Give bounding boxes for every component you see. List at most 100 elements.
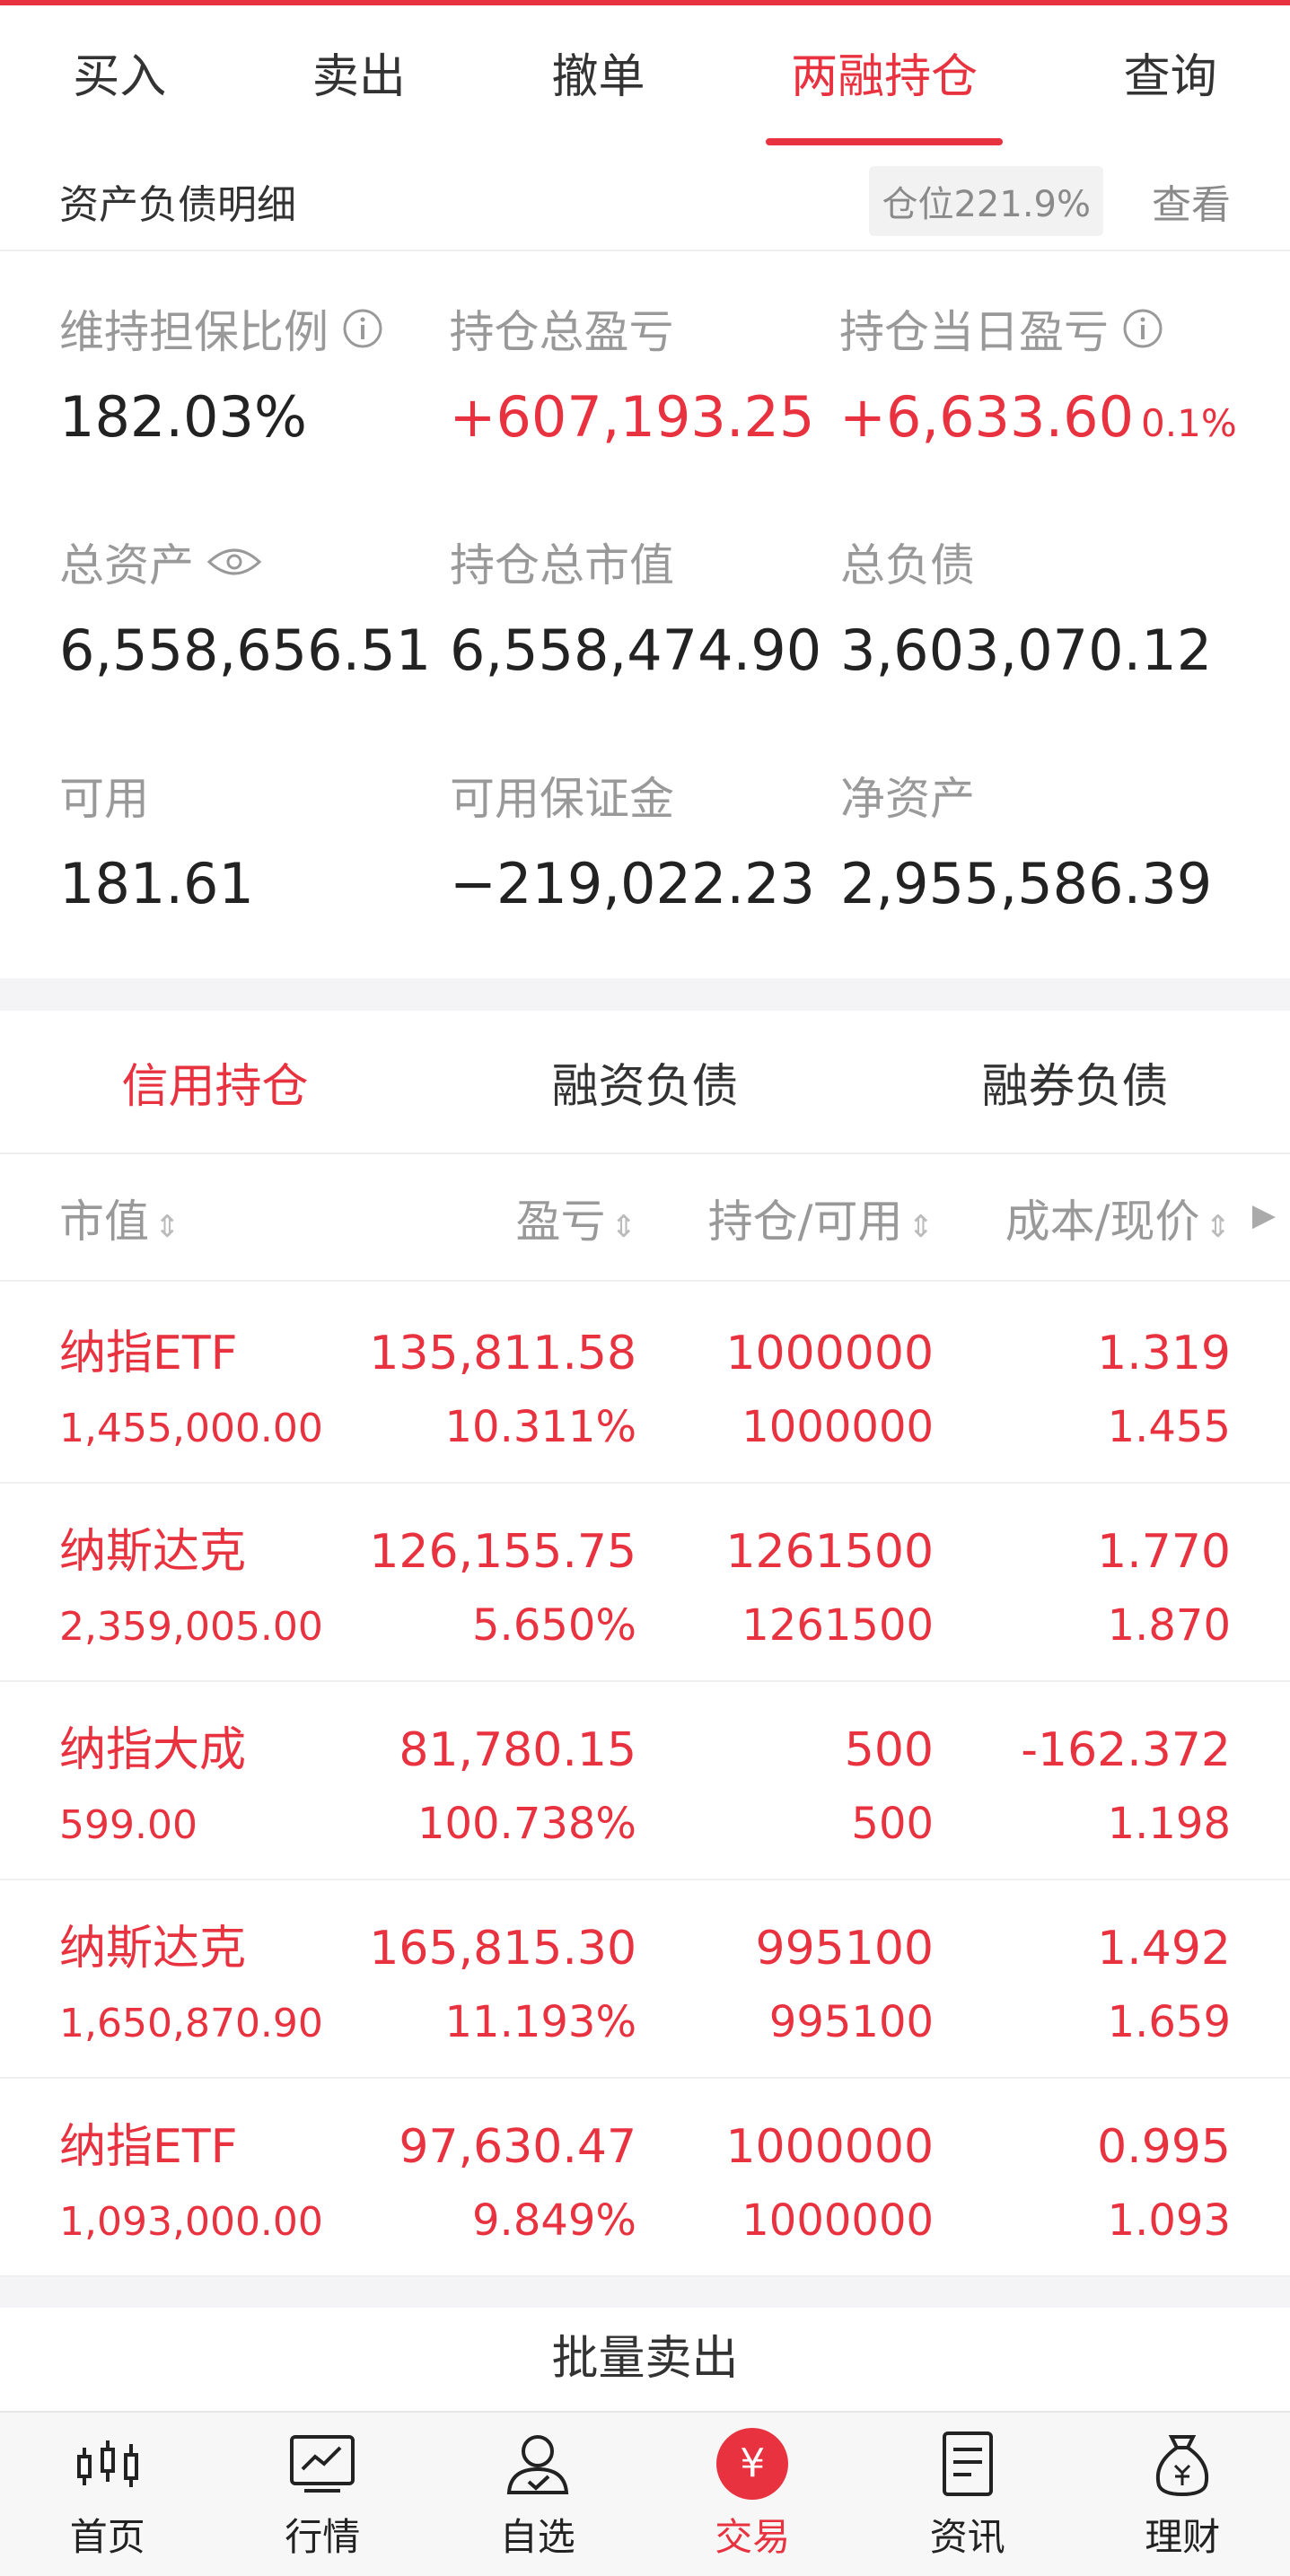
- total-pnl-label: 持仓总盈亏: [449, 306, 674, 358]
- holding-name: 纳指ETF: [59, 2120, 238, 2174]
- holding-pnl-percent: 11.193%: [444, 1997, 637, 2047]
- daily-pnl-percent: 0.1%: [1141, 401, 1237, 445]
- holding-market-value: 1,650,870.90: [59, 2001, 323, 2046]
- tab-query[interactable]: 查询: [1099, 5, 1242, 149]
- holding-price: 1.198: [1107, 1799, 1232, 1849]
- maintenance-ratio-label: 维持担保比例: [59, 306, 329, 358]
- batch-sell-button[interactable]: 批量卖出: [0, 2308, 1290, 2411]
- sort-icon: ⇕: [154, 1209, 180, 1245]
- summary-row: 可用 181.61 可用保证金 −219,022.23 净资产 2,955,58…: [59, 727, 1231, 960]
- net-assets-label: 净资产: [840, 773, 975, 825]
- section-divider: [0, 978, 1290, 1011]
- tab-financing-liabilities[interactable]: 融资负债: [430, 1048, 860, 1116]
- account-summary: 维持担保比例 182.03% 持仓总盈亏 +607,193.25 持仓当日盈亏 …: [0, 260, 1290, 960]
- holding-position: 1261500: [725, 1525, 935, 1579]
- chart-line-icon: [290, 2434, 355, 2493]
- holding-available: 1000000: [742, 2195, 935, 2246]
- available-cash-value: 181.61: [59, 851, 254, 916]
- market-value-label: 持仓总市值: [450, 539, 674, 591]
- tab-buy[interactable]: 买入: [48, 5, 191, 149]
- asset-liability-header: 资产负债明细 仓位221.9% 查看: [0, 153, 1290, 251]
- holding-pnl: 81,780.15: [399, 1723, 637, 1777]
- bottom-navigation: 首页 行情 自选 ¥ 交易 资讯 理财: [0, 2411, 1290, 2576]
- available-cash-label: 可用: [59, 773, 149, 825]
- position-section-tabs: 信用持仓 融资负债 融券负债: [0, 1011, 1290, 1154]
- tab-cancel-order[interactable]: 撤单: [526, 5, 670, 149]
- maintenance-ratio-value: 182.03%: [59, 384, 307, 450]
- sort-icon: ⇕: [908, 1209, 935, 1245]
- asset-liability-title: 资产负债明细: [59, 182, 296, 228]
- total-liabilities-value: 3,603,070.12: [840, 618, 1213, 683]
- section-divider: [0, 2277, 1290, 2308]
- nav-trade[interactable]: ¥ 交易: [645, 2413, 861, 2576]
- holding-name: 纳斯达克: [59, 1525, 247, 1579]
- info-icon[interactable]: [341, 307, 384, 350]
- candlestick-icon: [76, 2440, 138, 2487]
- tab-margin-positions[interactable]: 两融持仓: [766, 5, 1004, 149]
- tab-sell[interactable]: 卖出: [287, 5, 431, 149]
- nav-wealth[interactable]: 理财: [1075, 2413, 1290, 2576]
- holding-position: 1000000: [725, 2120, 935, 2174]
- total-assets-cell: 总资产 6,558,656.51: [59, 494, 450, 727]
- total-liabilities-cell: 总负债 3,603,070.12: [840, 494, 1231, 727]
- summary-row: 总资产 6,558,656.51 持仓总市值 6,558,474.90 总负债 …: [59, 494, 1231, 727]
- holding-price: 1.870: [1107, 1600, 1232, 1651]
- scroll-right-arrow-icon[interactable]: ▶: [1252, 1197, 1276, 1233]
- total-assets-label: 总资产: [59, 539, 194, 591]
- holding-price: 1.093: [1107, 2195, 1232, 2246]
- holding-cost: 0.995: [1097, 2120, 1232, 2174]
- nav-watchlist[interactable]: 自选: [430, 2413, 645, 2576]
- yen-icon: ¥: [716, 2427, 789, 2500]
- daily-pnl-cell: 持仓当日盈亏 +6,633.60 0.1%: [839, 260, 1237, 494]
- holding-price: 1.455: [1107, 1402, 1232, 1452]
- table-row[interactable]: 纳指大成 81,780.15 500 -162.372 599.00 100.738% 5…: [0, 1682, 1290, 1880]
- holdings-table-header: 市值 ⇕ 盈亏 ⇕ 持仓/可用 ⇕ 成本/现价 ⇕ ▶: [0, 1156, 1290, 1282]
- holding-pnl-percent: 100.738%: [417, 1799, 637, 1849]
- user-check-icon: [506, 2434, 568, 2494]
- holding-cost: 1.492: [1097, 1922, 1232, 1976]
- info-icon[interactable]: [1121, 307, 1164, 350]
- holding-available: 1261500: [742, 1600, 935, 1651]
- eye-icon[interactable]: [206, 544, 262, 580]
- daily-pnl-value: +6,633.60: [839, 384, 1135, 450]
- holding-pnl-percent: 5.650%: [472, 1600, 637, 1651]
- holding-pnl: 97,630.47: [399, 2120, 637, 2174]
- holding-market-value: 2,359,005.00: [59, 1604, 323, 1650]
- net-assets-value: 2,955,586.39: [840, 851, 1213, 916]
- available-margin-value: −219,022.23: [450, 851, 815, 916]
- table-row[interactable]: 纳指ETF 97,630.47 1000000 0.995 1,093,000.00 9…: [0, 2079, 1290, 2277]
- tab-credit-positions[interactable]: 信用持仓: [0, 1048, 430, 1116]
- table-row[interactable]: 纳指ETF 135,811.58 1000000 1.319 1,455,000.00…: [0, 1285, 1290, 1484]
- holdings-list: 纳指ETF 135,811.58 1000000 1.319 1,455,000.00…: [0, 1285, 1290, 2277]
- summary-row: 维持担保比例 182.03% 持仓总盈亏 +607,193.25 持仓当日盈亏 …: [59, 260, 1237, 494]
- column-header-pnl[interactable]: 盈亏 ⇕: [331, 1186, 637, 1250]
- sort-icon: ⇕: [1205, 1209, 1232, 1245]
- holding-pnl: 126,155.75: [369, 1525, 637, 1579]
- available-margin-label: 可用保证金: [450, 773, 674, 825]
- column-header-position-available[interactable]: 持仓/可用 ⇕: [636, 1186, 934, 1250]
- nav-market[interactable]: 行情: [215, 2413, 431, 2576]
- holding-available: 1000000: [742, 1402, 935, 1452]
- trade-tabs: 买入 卖出 撤单 两融持仓 查询: [0, 5, 1290, 149]
- tab-short-liabilities[interactable]: 融券负债: [860, 1048, 1290, 1116]
- holding-market-value: 1,455,000.00: [59, 1406, 323, 1451]
- column-header-cost-price[interactable]: 成本/现价 ⇕: [934, 1186, 1231, 1250]
- holding-name: 纳斯达克: [59, 1922, 247, 1976]
- daily-pnl-label: 持仓当日盈亏: [839, 306, 1109, 358]
- column-header-market-value[interactable]: 市值 ⇕: [59, 1186, 331, 1250]
- total-pnl-value: +607,193.25: [449, 384, 815, 450]
- holding-pnl-percent: 9.849%: [472, 2195, 637, 2246]
- view-details-link[interactable]: 查看: [1152, 172, 1231, 230]
- holding-available: 500: [851, 1799, 935, 1849]
- holding-available: 995100: [768, 1997, 935, 2047]
- table-row[interactable]: 纳斯达克 126,155.75 1261500 1.770 2,359,005.00 5…: [0, 1484, 1290, 1682]
- holding-position: 995100: [755, 1922, 935, 1976]
- holding-market-value: 599.00: [59, 1802, 197, 1848]
- nav-home[interactable]: 首页: [0, 2413, 215, 2576]
- total-liabilities-label: 总负债: [840, 539, 975, 591]
- nav-news[interactable]: 资讯: [860, 2413, 1075, 2576]
- table-row[interactable]: 纳斯达克 165,815.30 995100 1.492 1,650,870.90 11…: [0, 1880, 1290, 2079]
- holding-price: 1.659: [1107, 1997, 1232, 2047]
- sort-icon: ⇕: [610, 1209, 637, 1245]
- holding-name: 纳指ETF: [59, 1327, 238, 1380]
